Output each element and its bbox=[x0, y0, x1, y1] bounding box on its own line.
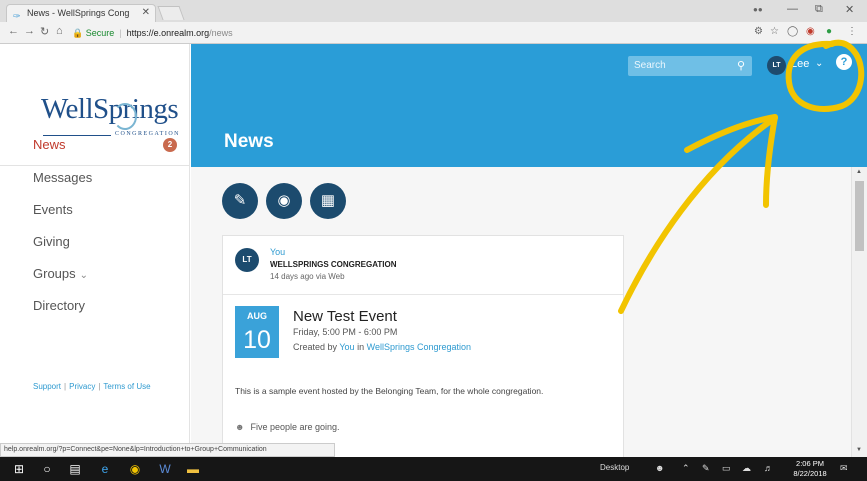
person-icon: ☻ bbox=[235, 422, 245, 432]
secure-label: Secure bbox=[85, 28, 115, 38]
clock[interactable]: 2:06 PM 8/22/2018 bbox=[790, 459, 830, 479]
post-timestamp: 14 days ago via Web bbox=[270, 272, 345, 281]
pen-icon[interactable]: ✎ bbox=[702, 463, 710, 474]
extension-green-icon[interactable]: ● bbox=[826, 26, 832, 37]
page-scrollbar[interactable]: ▲ ▼ bbox=[851, 167, 867, 457]
key-icon[interactable]: ⚙ bbox=[754, 26, 763, 37]
chevron-down-icon[interactable]: ⌄ bbox=[815, 58, 823, 69]
star-icon[interactable]: ☆ bbox=[770, 26, 779, 37]
minimize-icon[interactable]: — bbox=[787, 3, 798, 15]
home-icon[interactable]: ⌂ bbox=[56, 25, 63, 37]
event-title[interactable]: New Test Event bbox=[293, 308, 397, 325]
event-time: Friday, 5:00 PM - 6:00 PM bbox=[293, 327, 398, 337]
page-header: Search ⚲ LT Lee ⌄ ? News bbox=[191, 44, 867, 167]
menu-icon[interactable]: ⋮ bbox=[847, 26, 857, 37]
event-created-by: Created by You in WellSprings Congregati… bbox=[293, 342, 472, 352]
people-icon[interactable]: ☻ bbox=[655, 463, 664, 473]
sidebar-item-messages[interactable]: Messages bbox=[33, 170, 92, 185]
notification-icon[interactable]: ✉ bbox=[840, 463, 848, 474]
url-host: https://e.onrealm.org bbox=[126, 28, 210, 38]
edge-icon[interactable]: e bbox=[92, 460, 118, 478]
windows-start-icon[interactable]: ⊞ bbox=[6, 460, 32, 478]
user-avatar[interactable]: LT bbox=[767, 56, 786, 75]
volume-icon[interactable]: ♬ bbox=[764, 463, 773, 473]
tab-title: News - WellSprings Cong bbox=[27, 8, 130, 18]
event-date-badge: AUG 10 bbox=[235, 306, 279, 358]
browser-tab[interactable]: ✑ News - WellSprings Cong ✕ bbox=[6, 4, 156, 22]
task-view-icon[interactable]: ▤ bbox=[62, 460, 88, 478]
url-field[interactable]: 🔒 Secure | https://e.onrealm.org/news bbox=[72, 25, 857, 42]
close-window-icon[interactable]: ✕ bbox=[845, 3, 854, 16]
privacy-link[interactable]: Privacy bbox=[69, 382, 95, 391]
event-description: This is a sample event hosted by the Bel… bbox=[235, 386, 544, 396]
battery-icon[interactable]: ▭ bbox=[722, 463, 731, 474]
sidebar-item-groups[interactable]: Groups ⌄ bbox=[33, 266, 88, 281]
pencil-icon: ✎ bbox=[233, 192, 247, 209]
address-bar: ← → ↻ ⌂ 🔒 Secure | https://e.onrealm.org/n… bbox=[0, 22, 867, 44]
chrome-icon[interactable]: ◉ bbox=[122, 460, 148, 478]
scroll-thumb[interactable] bbox=[855, 181, 864, 251]
user-name[interactable]: Lee bbox=[791, 58, 809, 70]
add-event-button[interactable]: ▦ bbox=[310, 183, 346, 219]
event-day: 10 bbox=[243, 326, 271, 354]
terms-link[interactable]: Terms of Use bbox=[103, 382, 150, 391]
word-icon[interactable]: W bbox=[152, 460, 178, 478]
restore-icon[interactable]: ⧉ bbox=[815, 3, 823, 16]
close-tab-icon[interactable]: ✕ bbox=[142, 5, 150, 21]
sidebar-item-giving[interactable]: Giving bbox=[33, 234, 70, 249]
browser-tab-bar: ✑ News - WellSprings Cong ✕ ●● — ⧉ ✕ bbox=[0, 0, 867, 22]
sidebar-item-events[interactable]: Events bbox=[33, 202, 73, 217]
search-placeholder: Search bbox=[634, 60, 666, 71]
scroll-up-icon[interactable]: ▲ bbox=[856, 169, 862, 175]
group-link[interactable]: WellSprings Congregation bbox=[367, 342, 471, 352]
lock-icon: 🔒 bbox=[72, 28, 84, 38]
sidebar-divider bbox=[0, 165, 190, 166]
support-link[interactable]: Support bbox=[33, 382, 61, 391]
event-post-card: LT You WELLSPRINGS CONGREGATION 14 days … bbox=[222, 235, 624, 465]
feather-icon: ✑ bbox=[13, 11, 21, 21]
post-author[interactable]: You bbox=[270, 247, 285, 257]
event-month: AUG bbox=[247, 311, 267, 321]
reload-icon[interactable]: ↻ bbox=[40, 25, 49, 38]
desktop-toolbar[interactable]: Desktop bbox=[600, 463, 629, 472]
attendance-summary[interactable]: ☻ Five people are going. bbox=[235, 422, 340, 432]
pinterest-icon[interactable]: ◉ bbox=[806, 26, 815, 37]
camera-icon: ◉ bbox=[277, 192, 291, 209]
author-avatar[interactable]: LT bbox=[235, 248, 259, 272]
sidebar-item-directory[interactable]: Directory bbox=[33, 298, 85, 313]
file-explorer-icon[interactable]: ▬ bbox=[180, 460, 206, 478]
card-divider bbox=[223, 294, 623, 295]
add-photo-button[interactable]: ◉ bbox=[266, 183, 302, 219]
url-path: /news bbox=[209, 28, 233, 38]
creator-link[interactable]: You bbox=[339, 342, 354, 352]
back-icon[interactable]: ← bbox=[8, 25, 19, 37]
chevron-down-icon: ⌄ bbox=[79, 270, 89, 281]
sidebar: WellSprings CONGREGATION bbox=[0, 44, 190, 457]
logo-text: WellSprings bbox=[41, 93, 179, 125]
tray-chevron-icon[interactable]: ⌃ bbox=[682, 463, 690, 474]
windows-taskbar: ⊞ ○ ▤ e ◉ W ▬ Desktop ☻ ⌃ ✎ ▭ ☁ ♬ 2:06 P… bbox=[0, 457, 867, 481]
help-icon[interactable]: ? bbox=[836, 54, 852, 70]
cortana-icon[interactable]: ○ bbox=[34, 460, 60, 478]
extension-icon[interactable]: ◯ bbox=[787, 26, 798, 37]
logo-subtitle: CONGREGATION bbox=[115, 131, 180, 137]
forward-icon[interactable]: → bbox=[24, 25, 35, 37]
link-status-bar: help.onrealm.org/?p=Connect&pe=None&lp=I… bbox=[0, 443, 335, 457]
search-icon[interactable]: ⚲ bbox=[737, 56, 745, 76]
search-input[interactable]: Search ⚲ bbox=[628, 56, 752, 76]
page-title: News bbox=[224, 131, 274, 152]
calendar-icon: ▦ bbox=[320, 192, 336, 209]
footer-links: Support | Privacy | Terms of Use bbox=[33, 382, 151, 391]
news-count-badge: 2 bbox=[163, 138, 177, 152]
compose-post-button[interactable]: ✎ bbox=[222, 183, 258, 219]
scroll-down-icon[interactable]: ▼ bbox=[856, 447, 862, 453]
profile-icon[interactable]: ●● bbox=[753, 5, 763, 14]
new-tab-button[interactable] bbox=[157, 6, 185, 20]
onedrive-icon[interactable]: ☁ bbox=[742, 463, 751, 474]
sidebar-item-news[interactable]: News bbox=[33, 137, 66, 152]
post-group: WELLSPRINGS CONGREGATION bbox=[270, 260, 397, 269]
logo-swirl bbox=[113, 103, 137, 130]
news-feed: ✎ ◉ ▦ LT You WELLSPRINGS CONGREGATION 14… bbox=[191, 167, 851, 465]
